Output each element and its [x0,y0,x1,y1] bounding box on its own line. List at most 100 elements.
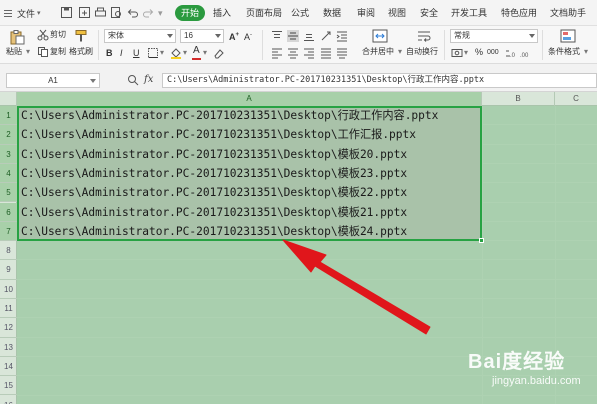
quick-access-more-icon[interactable]: ▾ [158,6,163,20]
bold-button[interactable]: B [106,48,113,58]
tab-developer[interactable]: 开发工具 [451,6,487,20]
column-header-a[interactable]: A [17,92,482,106]
increase-decimal-icon[interactable]: .0 [505,47,517,59]
font-color-dropdown-icon[interactable]: ▾ [203,48,207,58]
decrease-font-size-icon[interactable]: A- [244,30,252,42]
print-preview-icon[interactable] [110,6,123,19]
row-header-16[interactable]: 16 [0,396,17,404]
copy-icon[interactable] [37,46,49,58]
redo-icon[interactable] [142,6,155,19]
fill-color-dropdown-icon[interactable]: ▾ [183,48,187,58]
underline-button[interactable]: U [133,48,140,58]
increase-font-size-icon[interactable]: A+ [229,30,239,42]
row-header-9[interactable]: 9 [0,260,17,280]
merge-center-label[interactable]: 合并居中 [362,47,394,57]
row-header-6[interactable]: 6 [0,202,17,222]
conditional-format-label[interactable]: 条件格式 [548,47,580,57]
font-size-value: 16 [184,31,193,40]
cell-a3[interactable]: C:\Users\Administrator.PC-201710231351\D… [21,145,407,164]
row-header-5[interactable]: 5 [0,183,17,203]
insert-function-icon[interactable]: fx [144,74,153,85]
currency-icon[interactable] [451,47,463,59]
row-header-2[interactable]: 2 [0,125,17,145]
tab-view[interactable]: 视图 [388,6,406,20]
cell-a7[interactable]: C:\Users\Administrator.PC-201710231351\D… [21,222,407,241]
tab-review[interactable]: 审阅 [357,6,375,20]
row-header-12[interactable]: 12 [0,318,17,338]
tab-home[interactable]: 开始 [175,5,205,21]
orientation-icon[interactable] [320,30,332,42]
row-header-14[interactable]: 14 [0,357,17,377]
paste-button-label[interactable]: 粘贴 [6,47,22,57]
format-painter-label[interactable]: 格式刷 [69,47,93,57]
percent-button[interactable]: % [475,47,483,57]
align-top-icon[interactable] [271,30,283,42]
zoom-icon[interactable] [127,74,139,86]
align-center-icon[interactable] [287,47,299,59]
conditional-format-dropdown-icon[interactable]: ▾ [584,47,588,57]
row-header-7[interactable]: 7 [0,221,17,242]
cell-a4[interactable]: C:\Users\Administrator.PC-201710231351\D… [21,164,407,183]
border-icon[interactable] [147,47,159,59]
font-color-icon[interactable]: A [193,46,200,56]
distributed-icon[interactable] [336,47,348,59]
row-header-3[interactable]: 3 [0,144,17,164]
tab-insert[interactable]: 插入 [213,6,231,20]
cell-a1[interactable]: C:\Users\Administrator.PC-201710231351\D… [21,106,438,125]
tab-page-layout[interactable]: 页面布局 [246,6,282,20]
cut-icon[interactable] [37,29,49,41]
fill-handle[interactable] [479,238,484,243]
fill-color-icon[interactable] [170,47,182,59]
export-pdf-icon[interactable] [78,6,91,19]
decrease-decimal-icon[interactable]: .00 [519,47,531,59]
column-header-c[interactable]: C [555,92,597,106]
row-header-13[interactable]: 13 [0,338,17,357]
name-box[interactable]: A1 [6,73,100,88]
select-all-corner[interactable] [0,92,17,106]
clear-format-icon[interactable] [213,47,225,59]
column-header-b[interactable]: B [482,92,555,106]
align-middle-icon[interactable] [287,30,299,42]
row-header-11[interactable]: 11 [0,299,17,319]
currency-dropdown-icon[interactable]: ▾ [464,48,468,58]
font-size-select[interactable]: 16 [180,29,224,43]
format-painter-icon[interactable] [74,29,88,43]
row-header-15[interactable]: 15 [0,376,17,396]
conditional-format-icon[interactable] [560,29,576,43]
wrap-text-label[interactable]: 自动换行 [406,47,438,57]
cell-a6[interactable]: C:\Users\Administrator.PC-201710231351\D… [21,203,407,222]
file-menu[interactable]: 文件 ▾ [4,5,41,21]
merge-dropdown-icon[interactable]: ▾ [398,47,402,57]
thousands-separator-button[interactable]: 000 [487,48,499,58]
tab-features[interactable]: 特色应用 [501,6,537,20]
tab-security[interactable]: 安全 [420,6,438,20]
paste-dropdown-icon[interactable]: ▾ [26,47,30,57]
row-header-4[interactable]: 4 [0,163,17,184]
font-name-select[interactable]: 宋体 [104,29,176,43]
save-icon[interactable] [60,6,73,19]
row-header-1[interactable]: 1 [0,106,17,126]
cell-a2[interactable]: C:\Users\Administrator.PC-201710231351\D… [21,125,416,144]
border-dropdown-icon[interactable]: ▾ [160,48,164,58]
align-left-icon[interactable] [271,47,283,59]
justify-icon[interactable] [320,47,332,59]
cell-a5[interactable]: C:\Users\Administrator.PC-201710231351\D… [21,183,407,202]
tab-formulas[interactable]: 公式 [291,6,309,20]
row-header-10[interactable]: 10 [0,280,17,299]
paste-icon[interactable] [9,29,25,45]
number-format-select[interactable]: 常规 [450,29,538,43]
align-bottom-icon[interactable] [303,30,315,42]
align-right-icon[interactable] [303,47,315,59]
merge-center-icon[interactable] [372,29,388,43]
cut-button-label[interactable]: 剪切 [50,30,66,40]
italic-button[interactable]: I [120,48,123,58]
indent-icon[interactable] [336,30,348,42]
wrap-text-icon[interactable] [416,29,432,43]
tab-doc-assistant[interactable]: 文档助手 [550,6,586,20]
copy-button-label[interactable]: 复制 [50,47,66,57]
print-icon[interactable] [94,6,107,19]
tab-data[interactable]: 数据 [323,6,341,20]
row-header-8[interactable]: 8 [0,241,17,261]
formula-input[interactable]: C:\Users\Administrator.PC-201710231351\D… [162,73,597,88]
undo-icon[interactable] [126,6,139,19]
